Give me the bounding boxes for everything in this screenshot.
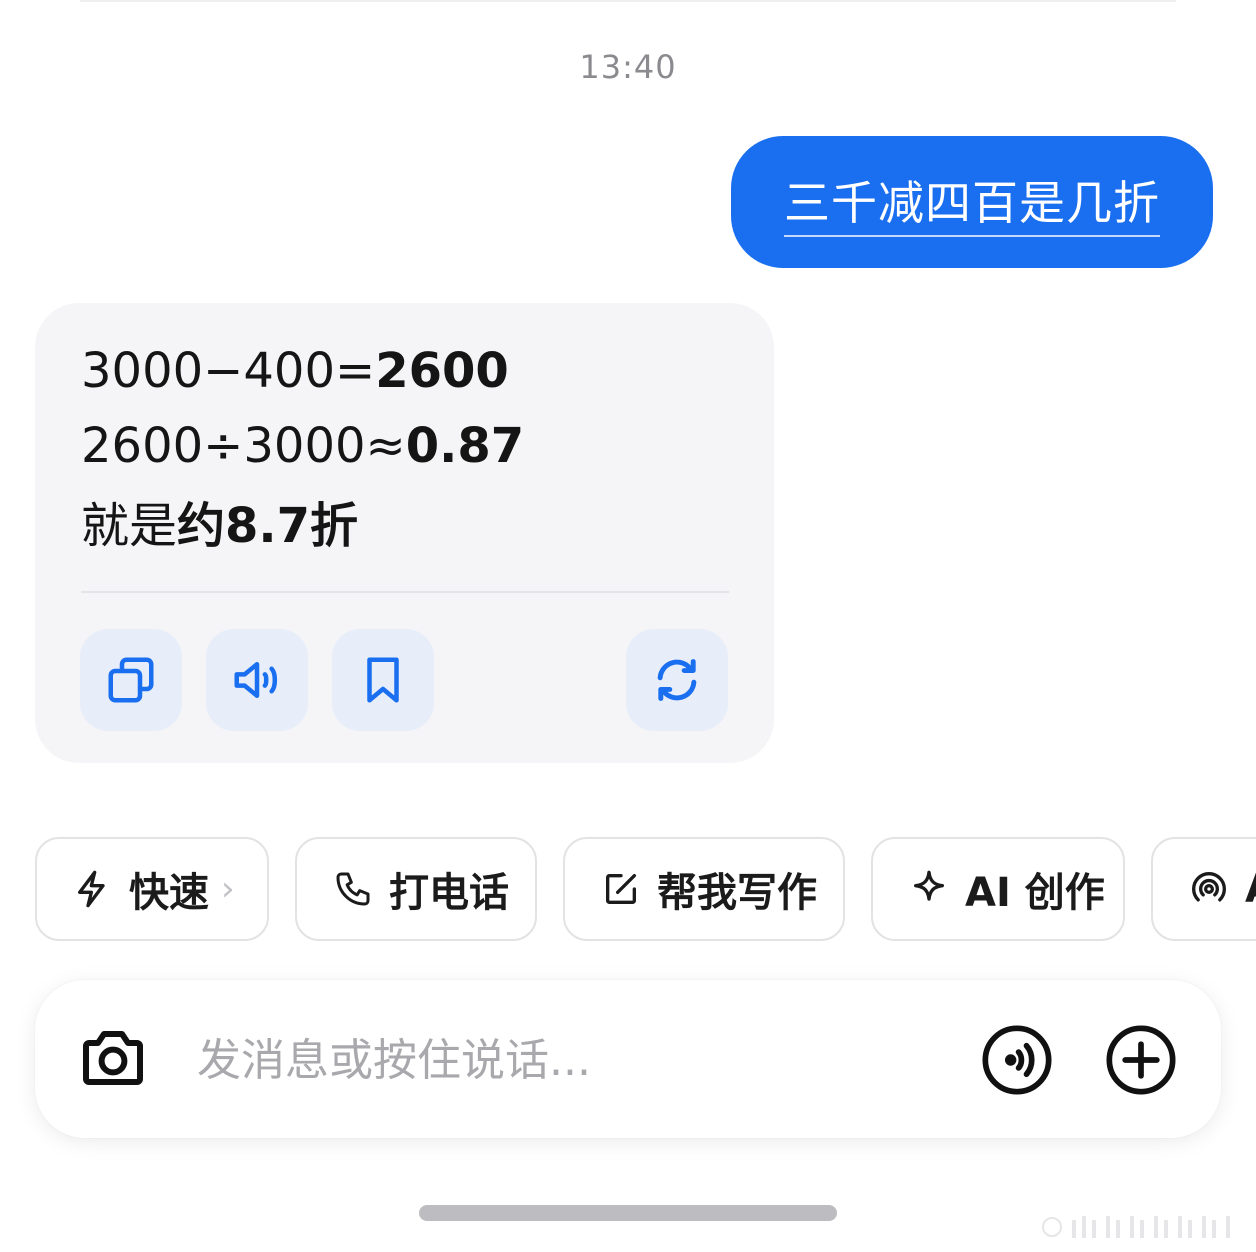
quick-mode-chip[interactable]: 快速 › bbox=[35, 837, 269, 941]
broadcast-label: A bbox=[1245, 866, 1256, 912]
chevron-right-icon: › bbox=[221, 869, 235, 909]
broadcast-chip[interactable]: A bbox=[1151, 837, 1256, 941]
edit-icon bbox=[606, 874, 636, 904]
refresh-icon bbox=[657, 659, 697, 701]
lightning-icon bbox=[78, 870, 105, 908]
sparkle-icon bbox=[914, 870, 944, 901]
make-call-chip[interactable]: 打电话 bbox=[295, 837, 537, 941]
top-divider bbox=[80, 0, 1176, 2]
message-input-bar bbox=[35, 980, 1221, 1138]
camera-icon[interactable] bbox=[77, 1022, 149, 1094]
help-write-label: 帮我写作 bbox=[657, 870, 817, 916]
ai-reply-line-3: 就是约8.7折 bbox=[81, 496, 358, 556]
make-call-label: 打电话 bbox=[389, 870, 509, 916]
watermark-logo bbox=[1042, 1216, 1230, 1238]
ai-reply-line-1-prefix: 3000−400= bbox=[81, 343, 376, 399]
ai-reply-line-2: 2600÷3000≈0.87 bbox=[81, 416, 524, 476]
home-indicator[interactable] bbox=[419, 1205, 837, 1221]
ai-reply-line-3-result: 约8.7折 bbox=[177, 498, 359, 554]
help-write-chip[interactable]: 帮我写作 bbox=[563, 837, 845, 941]
ai-reply-line-2-prefix: 2600÷3000≈ bbox=[81, 418, 406, 474]
copy-icon bbox=[108, 657, 154, 703]
message-input[interactable] bbox=[195, 1024, 959, 1096]
read-aloud-button[interactable] bbox=[206, 629, 308, 731]
chat-screen: 13:40 三千减四百是几折 3000−400=2600 2600÷3000≈0… bbox=[0, 0, 1256, 1252]
ai-reply-line-1: 3000−400=2600 bbox=[81, 341, 509, 401]
regenerate-button[interactable] bbox=[626, 629, 728, 731]
copy-button[interactable] bbox=[80, 629, 182, 731]
speaker-icon bbox=[234, 662, 278, 698]
ai-reply-divider bbox=[81, 591, 729, 593]
ai-reply-line-3-prefix: 就是 bbox=[81, 498, 178, 554]
bookmark-icon bbox=[367, 657, 399, 703]
user-message-bubble[interactable]: 三千减四百是几折 bbox=[731, 136, 1213, 268]
broadcast-icon bbox=[1192, 872, 1226, 902]
quick-mode-label: 快速 bbox=[129, 870, 209, 916]
phone-icon bbox=[336, 872, 370, 906]
ai-create-label: AI 创作 bbox=[965, 870, 1105, 916]
ai-reply-line-1-result: 2600 bbox=[375, 343, 509, 399]
bookmark-button[interactable] bbox=[332, 629, 434, 731]
voice-input-icon[interactable] bbox=[979, 1022, 1055, 1098]
ai-reply-card: 3000−400=2600 2600÷3000≈0.87 就是约8.7折 bbox=[35, 303, 774, 763]
ai-create-chip[interactable]: AI 创作 bbox=[871, 837, 1125, 941]
plus-icon[interactable] bbox=[1103, 1022, 1179, 1098]
user-message-text[interactable]: 三千减四百是几折 bbox=[784, 167, 1160, 237]
ai-reply-line-2-result: 0.87 bbox=[405, 418, 525, 474]
message-timestamp: 13:40 bbox=[579, 48, 677, 86]
